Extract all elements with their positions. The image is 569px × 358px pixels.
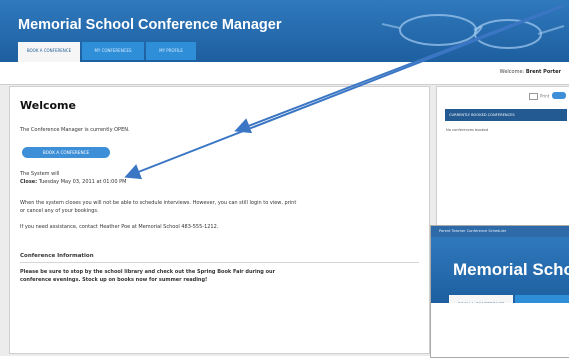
arrow-to-book-button — [124, 5, 565, 180]
annotation-arrows — [124, 5, 565, 180]
app-window: Memorial School Conference Manager BOOK … — [0, 0, 569, 358]
arrow-to-status — [234, 5, 562, 134]
